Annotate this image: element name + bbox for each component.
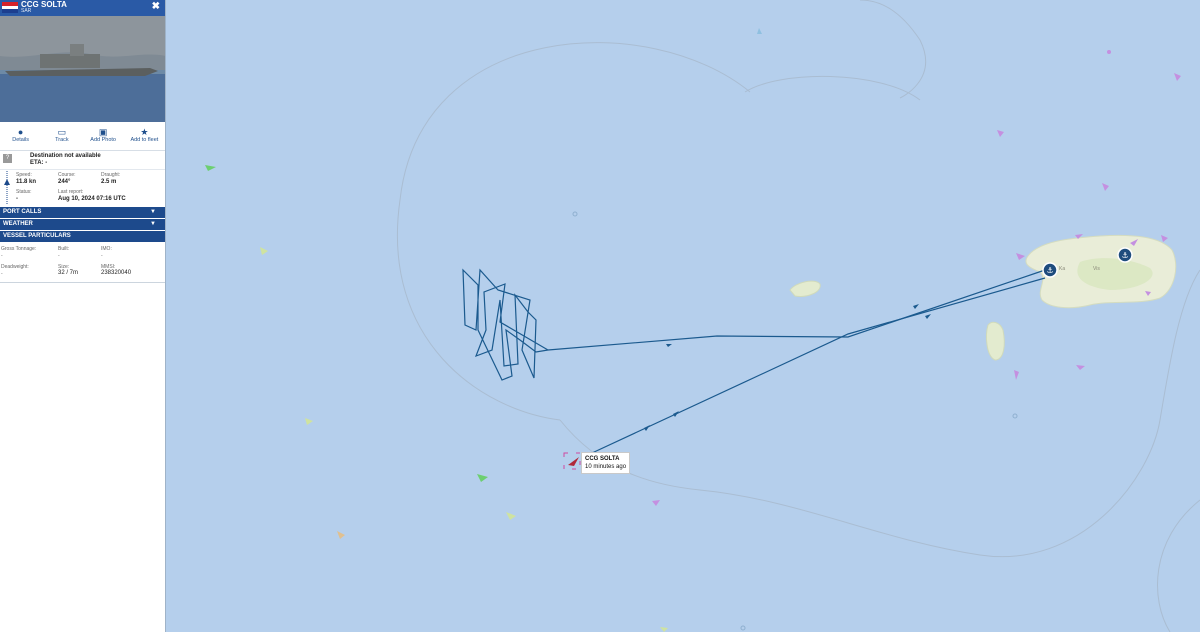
status-label: Status:: [16, 189, 32, 195]
svg-text:⚓: ⚓: [1046, 266, 1053, 275]
eta-text: ETA: -: [30, 160, 48, 166]
weather-title: WEATHER: [3, 221, 33, 227]
status-value: -: [16, 196, 18, 202]
port-anchor-icon[interactable]: ⚓: [1117, 247, 1133, 263]
track-label: Track: [55, 137, 69, 143]
island-small-2: [986, 321, 1005, 361]
deadweight-value: -: [1, 271, 3, 277]
vessel-particulars: Gross Tonnage: - Built: - IMO: - Deadwei…: [0, 242, 165, 283]
add-photo-label: Add Photo: [90, 137, 116, 143]
flag-icon: [2, 2, 18, 13]
weather-section[interactable]: WEATHER ▼: [0, 218, 165, 230]
place-label-vis: Vis: [1093, 266, 1100, 272]
svg-text:⚓: ⚓: [1121, 251, 1128, 260]
track-button[interactable]: ▭ Track: [41, 122, 82, 150]
vessel-photo[interactable]: [0, 16, 165, 122]
voyage-stats: Speed: 11.8 kn Course: 244° Draught: 2.5…: [0, 170, 165, 206]
port-calls-title: PORT CALLS: [3, 209, 42, 215]
destination-row: ? Destination not available ETA: -: [0, 151, 165, 170]
imo-label: IMO:: [101, 246, 112, 252]
built-value: -: [58, 253, 60, 259]
progress-line-icon: [4, 171, 10, 205]
chevron-down-icon: ▼: [150, 209, 156, 215]
last-report-label: Last report:: [58, 189, 84, 195]
flag-stripe: [2, 9, 18, 13]
details-button[interactable]: ● Details: [0, 122, 41, 150]
vessel-info-panel: CCG SOLTA SAR ✖ ● Details ▭ Track ▣ Add …: [0, 0, 166, 632]
info-icon: ●: [17, 127, 24, 137]
mmsi-value: 238320040: [101, 270, 132, 276]
label-vessel-name: CCG SOLTA: [585, 456, 620, 462]
gross-tonnage-value: -: [1, 253, 3, 259]
add-to-fleet-button[interactable]: ★ Add to fleet: [124, 122, 165, 150]
add-to-fleet-label: Add to fleet: [130, 137, 159, 143]
course-value: 244°: [58, 179, 71, 185]
vessel-header: CCG SOLTA SAR ✖: [0, 0, 165, 122]
place-label-ka: Ka: [1059, 266, 1065, 272]
port-anchor-icon[interactable]: ⚓: [1042, 262, 1058, 278]
vessel-particulars-section[interactable]: VESSEL PARTICULARS: [0, 230, 165, 242]
gross-tonnage-label: Gross Tonnage:: [1, 246, 37, 252]
vessel-particulars-title: VESSEL PARTICULARS: [3, 233, 71, 239]
built-label: Built:: [58, 246, 70, 252]
deadweight-label: Deadweight:: [1, 264, 29, 270]
destination-badge: ?: [3, 154, 12, 163]
chevron-down-icon: ▼: [150, 221, 156, 227]
sea-area: [0, 0, 1200, 632]
camera-icon: ▣: [98, 127, 108, 137]
vessel-type: SAR: [21, 8, 32, 14]
speed-value: 11.8 kn: [16, 179, 37, 185]
label-last-seen: 10 minutes ago: [585, 464, 627, 470]
action-bar: ● Details ▭ Track ▣ Add Photo ★ Add to f…: [0, 122, 165, 151]
draught-value: 2.5 m: [101, 179, 117, 185]
port-calls-section[interactable]: PORT CALLS ▼: [0, 206, 165, 218]
details-label: Details: [12, 137, 30, 143]
speed-label: Speed:: [16, 172, 32, 178]
imo-value: -: [101, 253, 103, 259]
course-label: Course:: [58, 172, 76, 178]
vessel-marker-icon: [1107, 50, 1111, 54]
size-value: 32 / 7m: [58, 270, 79, 276]
close-icon[interactable]: ✖: [152, 1, 160, 12]
destination-text: Destination not available: [30, 153, 101, 159]
last-report-value: Aug 10, 2024 07:16 UTC: [58, 196, 126, 202]
star-icon: ★: [140, 127, 149, 137]
draught-label: Draught:: [101, 172, 121, 178]
track-icon: ▭: [57, 127, 67, 137]
add-photo-button[interactable]: ▣ Add Photo: [83, 122, 124, 150]
selected-vessel-label[interactable]: CCG SOLTA 10 minutes ago: [581, 452, 631, 474]
map-canvas[interactable]: ⚓ ⚓ Ka Vis: [0, 0, 1200, 632]
